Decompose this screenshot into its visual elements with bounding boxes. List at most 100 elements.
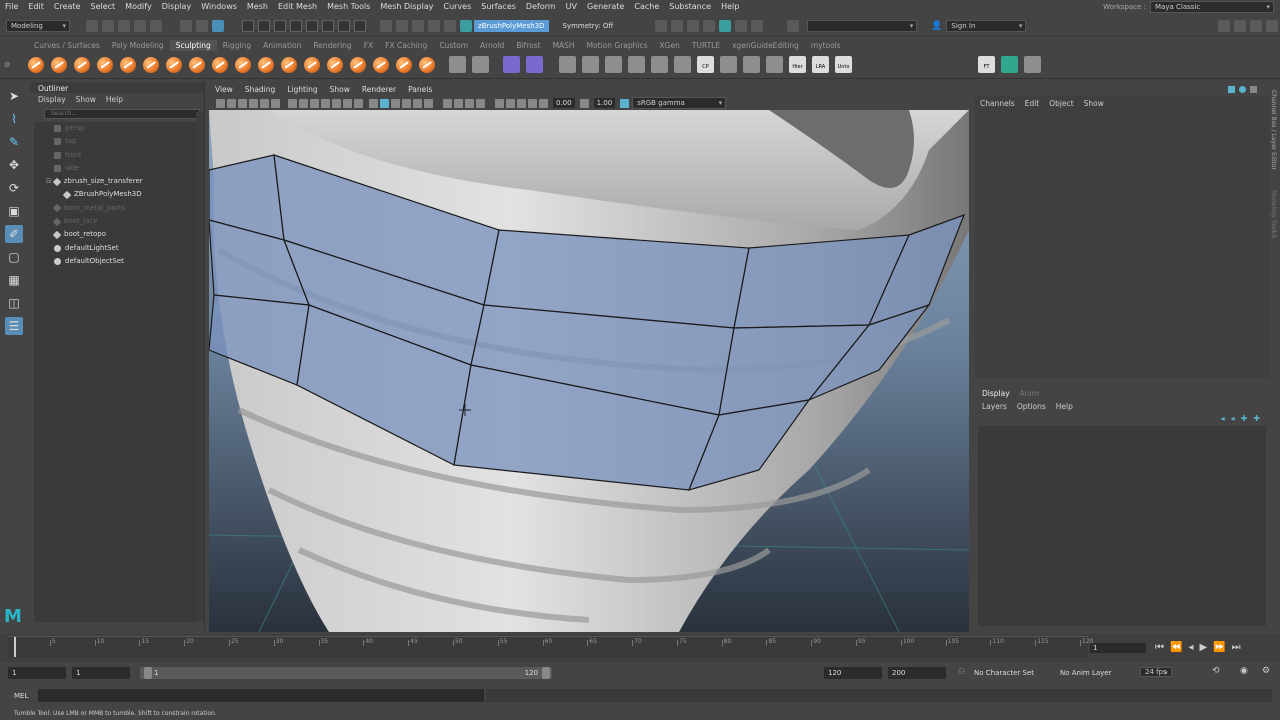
gamma-icon[interactable] xyxy=(579,98,589,108)
menu-surfaces[interactable]: Surfaces xyxy=(476,0,521,14)
outliner-item[interactable]: defaultObjectSet xyxy=(34,255,196,268)
step-back-icon[interactable]: ◂ xyxy=(1188,642,1193,653)
menu-curves[interactable]: Curves xyxy=(438,0,476,14)
hypershade-icon[interactable] xyxy=(719,19,732,32)
shadows-icon[interactable] xyxy=(424,98,433,108)
grab-tool-icon[interactable] xyxy=(96,56,113,73)
arnold-render-icon[interactable] xyxy=(735,19,748,32)
modeling-toolkit-icon[interactable] xyxy=(1218,19,1230,32)
bookmarks-icon[interactable] xyxy=(238,98,247,108)
mesh-script-icon-5[interactable] xyxy=(651,56,668,73)
color-management-icon[interactable] xyxy=(620,98,630,108)
channel-sync-icon[interactable] xyxy=(1239,85,1246,93)
range-start-handle[interactable] xyxy=(144,667,152,679)
render-frame-icon[interactable] xyxy=(671,19,684,32)
mesh-script-icon-2[interactable] xyxy=(582,56,599,73)
textured-icon[interactable] xyxy=(402,98,411,108)
outliner-search-input[interactable]: Search... xyxy=(44,109,200,119)
rotate-tool-icon[interactable]: ⟳ xyxy=(5,179,23,197)
mesh-script-icon-4[interactable] xyxy=(628,56,645,73)
layers-menu[interactable]: Layers xyxy=(982,402,1007,411)
wireframe-icon[interactable] xyxy=(369,98,378,108)
paint-select-icon[interactable]: ✎ xyxy=(5,133,23,151)
shelf-tab-turtle[interactable]: TURTLE xyxy=(686,40,726,51)
live-object-field[interactable]: zBrushPolyMesh3D xyxy=(474,19,549,32)
loop-icon[interactable]: ⟲ xyxy=(1212,666,1220,676)
undo-icon[interactable] xyxy=(134,19,146,32)
smooth-shade-icon[interactable] xyxy=(380,98,389,108)
shelf-tab-mytools[interactable]: mytools xyxy=(805,40,847,51)
step-forward-key-icon[interactable]: ⏩ xyxy=(1213,642,1225,653)
shelf-tab-fx[interactable]: FX xyxy=(358,40,379,51)
tool-settings-icon[interactable] xyxy=(1250,19,1262,32)
relax-tool-icon[interactable] xyxy=(73,56,90,73)
display-tab[interactable]: Display xyxy=(982,389,1010,398)
lighting-icon[interactable] xyxy=(413,98,422,108)
animation-prefs-icon[interactable]: ⚙ xyxy=(1262,666,1270,676)
playback-end-field[interactable]: 120 xyxy=(824,667,882,679)
outliner-layout-icon[interactable]: ☰ xyxy=(5,317,23,335)
snap-plane-icon[interactable] xyxy=(428,19,440,32)
snap-curve-icon[interactable] xyxy=(396,19,408,32)
mesh-script-icon-3[interactable] xyxy=(605,56,622,73)
menu-uv[interactable]: UV xyxy=(561,0,582,14)
grid-icon[interactable] xyxy=(288,98,297,108)
menu-edit-mesh[interactable]: Edit Mesh xyxy=(273,0,322,14)
spray-tool-icon[interactable] xyxy=(188,56,205,73)
shelf-tab-custom[interactable]: Custom xyxy=(433,40,474,51)
channel-settings-icon[interactable] xyxy=(1250,85,1257,93)
polygon-cube-icon[interactable] xyxy=(503,56,520,73)
anim-tab[interactable]: Anim xyxy=(1020,389,1039,398)
ft-button[interactable]: FT xyxy=(978,56,995,73)
outliner-menu-help[interactable]: Help xyxy=(106,95,123,104)
camera-attributes-icon[interactable] xyxy=(227,98,236,108)
viewport-menu-panels[interactable]: Panels xyxy=(402,84,438,96)
shelf-tab-motion-graphics[interactable]: Motion Graphics xyxy=(581,40,654,51)
scale-tool-icon[interactable]: ▣ xyxy=(5,202,23,220)
viewport-menu-show[interactable]: Show xyxy=(324,84,356,96)
outliner-menu-show[interactable]: Show xyxy=(76,95,96,104)
snap-surface-icon[interactable] xyxy=(444,19,456,32)
outliner-item[interactable]: top xyxy=(34,135,196,148)
gate-mask-icon[interactable] xyxy=(321,98,330,108)
ambient-occlusion-icon[interactable] xyxy=(443,98,452,108)
outliner-item[interactable]: boot_metal_parts xyxy=(34,202,196,215)
misc-mask-icon[interactable] xyxy=(354,19,366,32)
mesh-script-icon-1[interactable] xyxy=(559,56,576,73)
outliner-item[interactable]: boot_retopo xyxy=(34,228,196,241)
menu-display[interactable]: Display xyxy=(157,0,197,14)
face-mask-icon[interactable] xyxy=(290,19,302,32)
gamma-field[interactable]: 1.00 xyxy=(593,98,616,108)
layer-help-menu[interactable]: Help xyxy=(1056,402,1073,411)
menu-set-dropdown[interactable]: Modeling xyxy=(6,19,70,32)
current-frame-field[interactable]: 1 xyxy=(1090,643,1146,653)
range-slider[interactable]: 1 120 xyxy=(140,667,552,679)
film-gate-icon[interactable] xyxy=(299,98,308,108)
current-time-marker[interactable] xyxy=(14,637,16,657)
auto-key-icon[interactable]: ◉ xyxy=(1240,666,1248,676)
mel-toggle[interactable]: MEL xyxy=(8,690,38,702)
outliner-item[interactable]: front xyxy=(34,149,196,162)
symmetry-dropdown[interactable]: Symmetry: Off xyxy=(563,22,614,30)
channel-box-layer-editor-tab[interactable]: Channel Box / Layer Editor xyxy=(1270,90,1277,170)
menu-modify[interactable]: Modify xyxy=(120,0,157,14)
range-end-handle[interactable] xyxy=(542,667,550,679)
shelf-tab-rendering[interactable]: Rendering xyxy=(307,40,357,51)
play-icon[interactable]: ▶ xyxy=(1199,642,1207,653)
select-component-icon[interactable] xyxy=(212,19,224,32)
menu-help[interactable]: Help xyxy=(716,0,744,14)
ipr-render-icon[interactable] xyxy=(687,19,700,32)
new-layer-selected-icon[interactable]: ✚ xyxy=(1253,414,1260,423)
menu-deform[interactable]: Deform xyxy=(521,0,561,14)
viewport-menu-renderer[interactable]: Renderer xyxy=(356,84,402,96)
menu-select[interactable]: Select xyxy=(85,0,120,14)
snap-grid-icon[interactable] xyxy=(380,19,392,32)
time-slider[interactable]: 5 10 15 20 25 30 35 40 45 50 55 60 65 70 75 80 85 90 95 100… xyxy=(8,636,1093,658)
shelf-tab-arnold[interactable]: Arnold xyxy=(474,40,510,51)
polygon-plane-icon[interactable] xyxy=(526,56,543,73)
sign-in-dropdown[interactable]: Sign In xyxy=(946,19,1027,32)
depth-of-field-icon[interactable] xyxy=(476,98,485,108)
animation-end-field[interactable]: 200 xyxy=(888,667,946,679)
menu-mesh-tools[interactable]: Mesh Tools xyxy=(322,0,375,14)
shelf-tab-curves-surfaces[interactable]: Curves / Surfaces xyxy=(28,40,106,51)
